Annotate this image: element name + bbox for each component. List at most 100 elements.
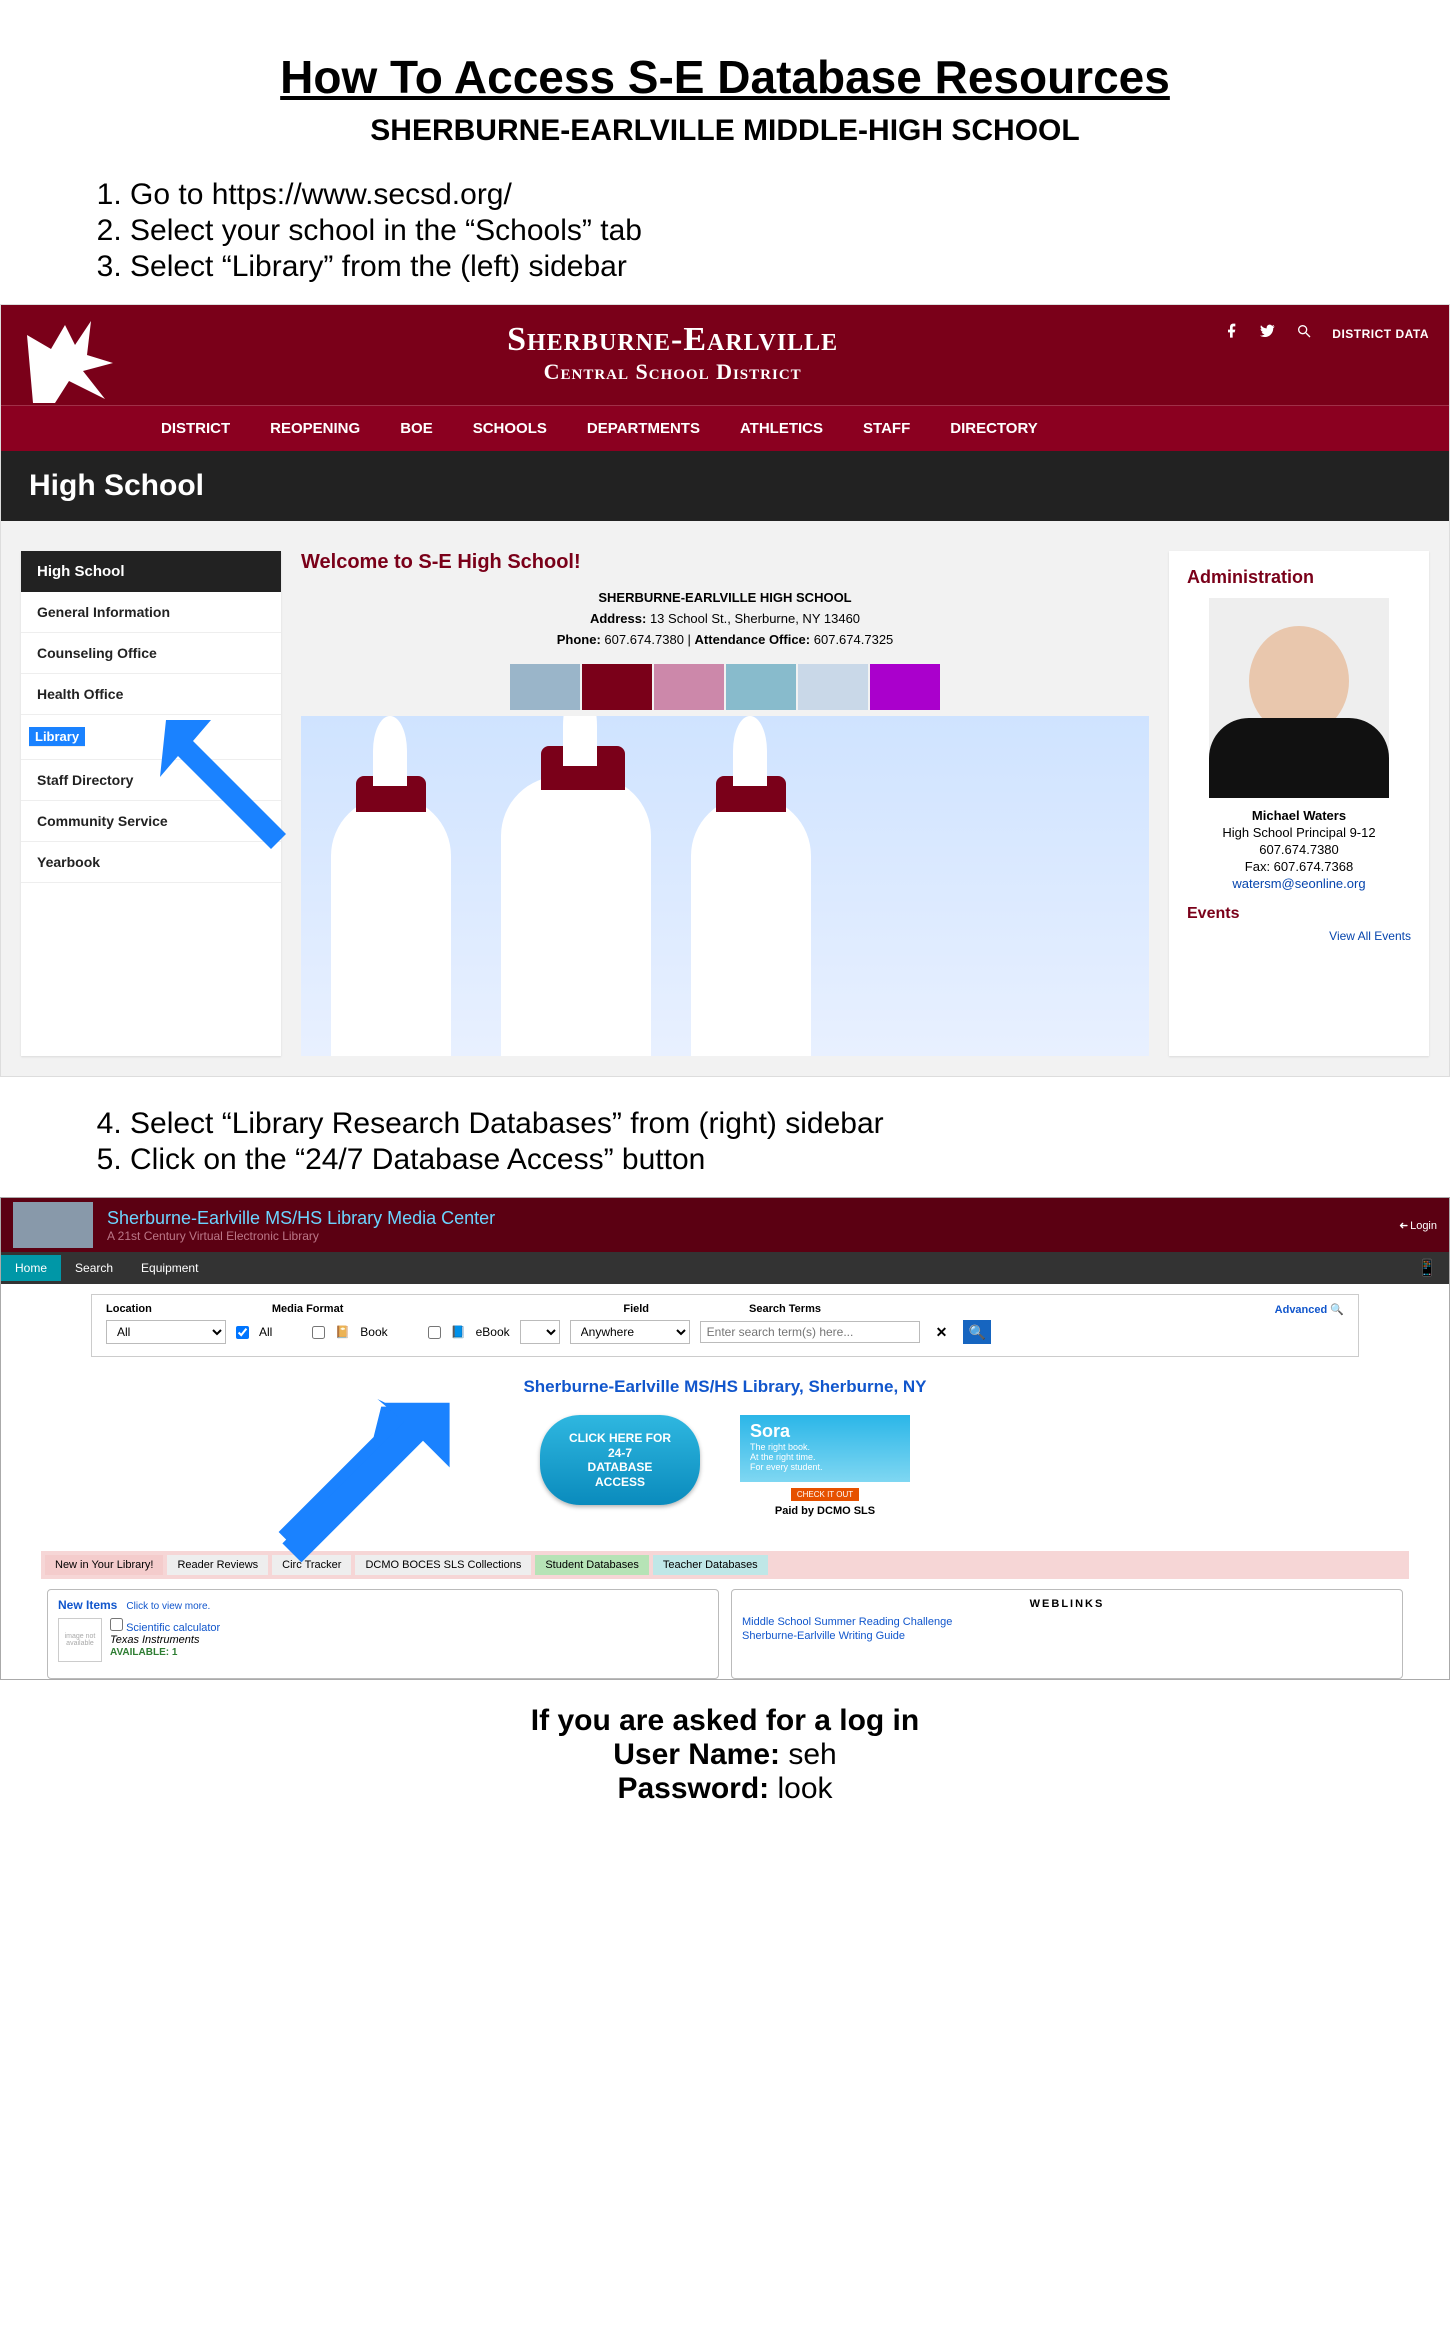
doc-subtitle: SHERBURNE-EARLVILLE MIDDLE-HIGH SCHOOL bbox=[60, 114, 1390, 148]
facebook-icon[interactable] bbox=[1224, 323, 1240, 344]
sora-promo[interactable]: Sora The right book. At the right time. … bbox=[740, 1415, 910, 1517]
weblinks-heading: WEBLINKS bbox=[742, 1598, 1392, 1610]
nav-tab-equipment[interactable]: Equipment bbox=[127, 1255, 212, 1281]
photo-thumbnails bbox=[301, 664, 1149, 710]
new-items-heading: New Items bbox=[58, 1598, 117, 1612]
weblinks-panel: WEBLINKS Middle School Summer Reading Ch… bbox=[731, 1589, 1403, 1679]
principal-phone: 607.674.7380 bbox=[1187, 842, 1411, 857]
search-icon[interactable] bbox=[1296, 323, 1312, 344]
principal-photo bbox=[1187, 598, 1411, 798]
admin-panel: Administration Michael Waters High Schoo… bbox=[1169, 551, 1429, 1056]
site-subtitle: Central School District bbox=[121, 359, 1224, 385]
sidebar-item[interactable]: General Information bbox=[21, 592, 281, 633]
steps-list-b: Select “Library Research Databases” from… bbox=[60, 1107, 1390, 1177]
sidebar-item-library[interactable]: Library bbox=[29, 727, 85, 747]
search-panel: Location Media Format Field Search Terms… bbox=[91, 1294, 1359, 1357]
events-heading: Events bbox=[1187, 905, 1411, 923]
screenshot-library-opac: Sherburne-Earlville MS/HS Library Media … bbox=[0, 1197, 1450, 1680]
content-tabs: New in Your Library! Reader Reviews Circ… bbox=[41, 1551, 1409, 1579]
nav-tab-home[interactable]: Home bbox=[1, 1255, 61, 1281]
new-items-panel: New Items Click to view more. image not … bbox=[47, 1589, 719, 1679]
search-button[interactable]: 🔍 bbox=[963, 1320, 991, 1344]
library-banner-image bbox=[13, 1202, 93, 1248]
step-item: Select “Library” from the (left) sidebar bbox=[130, 250, 1390, 284]
label-media: Media Format bbox=[272, 1303, 344, 1316]
media-ebook-checkbox[interactable] bbox=[428, 1326, 441, 1339]
username-value: seh bbox=[788, 1738, 836, 1771]
admin-heading: Administration bbox=[1187, 567, 1411, 588]
sidebar-header: High School bbox=[21, 551, 281, 592]
ebook-icon: 📘 bbox=[451, 1325, 466, 1339]
nav-item[interactable]: DEPARTMENTS bbox=[587, 420, 700, 437]
weblink[interactable]: Middle School Summer Reading Challenge bbox=[742, 1616, 1392, 1628]
step-item: Select “Library Research Databases” from… bbox=[130, 1107, 1390, 1141]
step-item: Go to https://www.secsd.org/ bbox=[130, 178, 1390, 212]
page-title-band: High School bbox=[1, 451, 1449, 521]
item-checkbox[interactable] bbox=[110, 1618, 123, 1631]
book-icon: 📔 bbox=[335, 1325, 350, 1339]
label-terms: Search Terms bbox=[749, 1303, 821, 1316]
item-thumbnail: image not available bbox=[58, 1618, 102, 1662]
steps-list-a: Go to https://www.secsd.org/ Select your… bbox=[60, 178, 1390, 284]
content-tab[interactable]: DCMO BOCES SLS Collections bbox=[355, 1555, 531, 1575]
content-tab[interactable]: Circ Tracker bbox=[272, 1555, 351, 1575]
nav-item[interactable]: DISTRICT bbox=[161, 420, 230, 437]
nav-item[interactable]: ATHLETICS bbox=[740, 420, 823, 437]
credentials-block: If you are asked for a log in User Name:… bbox=[0, 1704, 1450, 1806]
content-tab[interactable]: New in Your Library! bbox=[45, 1555, 163, 1575]
mobile-icon[interactable]: 📱 bbox=[1405, 1252, 1449, 1284]
login-prompt: If you are asked for a log in bbox=[0, 1704, 1450, 1738]
sidebar-item[interactable]: Health Office bbox=[21, 674, 281, 715]
sidebar-item[interactable]: Staff Directory bbox=[21, 760, 281, 801]
sidebar-item[interactable]: Counseling Office bbox=[21, 633, 281, 674]
school-address-block: SHERBURNE-EARLVILLE HIGH SCHOOL Address:… bbox=[301, 588, 1149, 650]
nav-tab-search[interactable]: Search bbox=[61, 1255, 127, 1281]
item-availability: AVAILABLE: 1 bbox=[110, 1647, 177, 1658]
nav-item[interactable]: DIRECTORY bbox=[950, 420, 1038, 437]
login-link[interactable]: Login bbox=[1399, 1219, 1437, 1232]
item-title-link[interactable]: Scientific calculator bbox=[126, 1622, 220, 1634]
search-terms-input[interactable] bbox=[700, 1321, 920, 1343]
principal-email-link[interactable]: watersm@seonline.org bbox=[1232, 876, 1365, 891]
weblink[interactable]: Sherburne-Earlville Writing Guide bbox=[742, 1630, 1392, 1642]
principal-title: High School Principal 9-12 bbox=[1187, 825, 1411, 840]
nav-item[interactable]: REOPENING bbox=[270, 420, 360, 437]
library-subtitle: A 21st Century Virtual Electronic Librar… bbox=[107, 1229, 495, 1243]
media-book-checkbox[interactable] bbox=[312, 1326, 325, 1339]
database-access-button[interactable]: CLICK HERE FOR 24-7 DATABASE ACCESS bbox=[540, 1415, 700, 1505]
wolf-logo-icon bbox=[21, 315, 121, 405]
library-title: Sherburne-Earlville MS/HS Library Media … bbox=[107, 1208, 495, 1229]
left-sidebar: High School General Information Counseli… bbox=[21, 551, 281, 1056]
item-maker: Texas Instruments bbox=[110, 1634, 199, 1646]
content-tab[interactable]: Teacher Databases bbox=[653, 1555, 768, 1575]
location-select[interactable]: All bbox=[106, 1320, 226, 1344]
site-title: Sherburne-Earlville bbox=[121, 321, 1224, 359]
screenshot-district-site: Sherburne-Earlville Central School Distr… bbox=[0, 304, 1450, 1077]
sidebar-item[interactable]: Community Service bbox=[21, 801, 281, 842]
content-tab[interactable]: Reader Reviews bbox=[167, 1555, 268, 1575]
principal-name: Michael Waters bbox=[1252, 808, 1346, 823]
twitter-icon[interactable] bbox=[1260, 323, 1276, 344]
password-value: look bbox=[778, 1772, 833, 1805]
welcome-heading: Welcome to S-E High School! bbox=[301, 551, 1149, 574]
media-more-select[interactable] bbox=[520, 1320, 560, 1344]
district-data-link[interactable]: DISTRICT DATA bbox=[1332, 327, 1429, 341]
nav-item[interactable]: STAFF bbox=[863, 420, 910, 437]
clear-search-button[interactable]: ✕ bbox=[930, 1324, 954, 1341]
sidebar-item[interactable]: Yearbook bbox=[21, 842, 281, 883]
content-tab[interactable]: Student Databases bbox=[535, 1555, 649, 1575]
field-select[interactable]: Anywhere bbox=[570, 1320, 690, 1344]
nav-item[interactable]: SCHOOLS bbox=[473, 420, 547, 437]
view-more-link[interactable]: Click to view more. bbox=[126, 1601, 210, 1612]
label-field: Field bbox=[623, 1303, 649, 1316]
principal-fax: Fax: 607.674.7368 bbox=[1187, 859, 1411, 874]
library-name-link[interactable]: Sherburne-Earlville MS/HS Library, Sherb… bbox=[1, 1377, 1449, 1397]
nav-item[interactable]: BOE bbox=[400, 420, 433, 437]
hero-image bbox=[301, 716, 1149, 1056]
doc-title: How To Access S-E Database Resources bbox=[60, 50, 1390, 104]
view-all-events-link[interactable]: View All Events bbox=[1329, 929, 1411, 943]
media-all-checkbox[interactable] bbox=[236, 1326, 249, 1339]
step-item: Click on the “24/7 Database Access” butt… bbox=[130, 1143, 1390, 1177]
advanced-search-link[interactable]: Advanced 🔍 bbox=[1275, 1303, 1344, 1316]
top-nav: DISTRICT REOPENING BOE SCHOOLS DEPARTMEN… bbox=[1, 405, 1449, 451]
